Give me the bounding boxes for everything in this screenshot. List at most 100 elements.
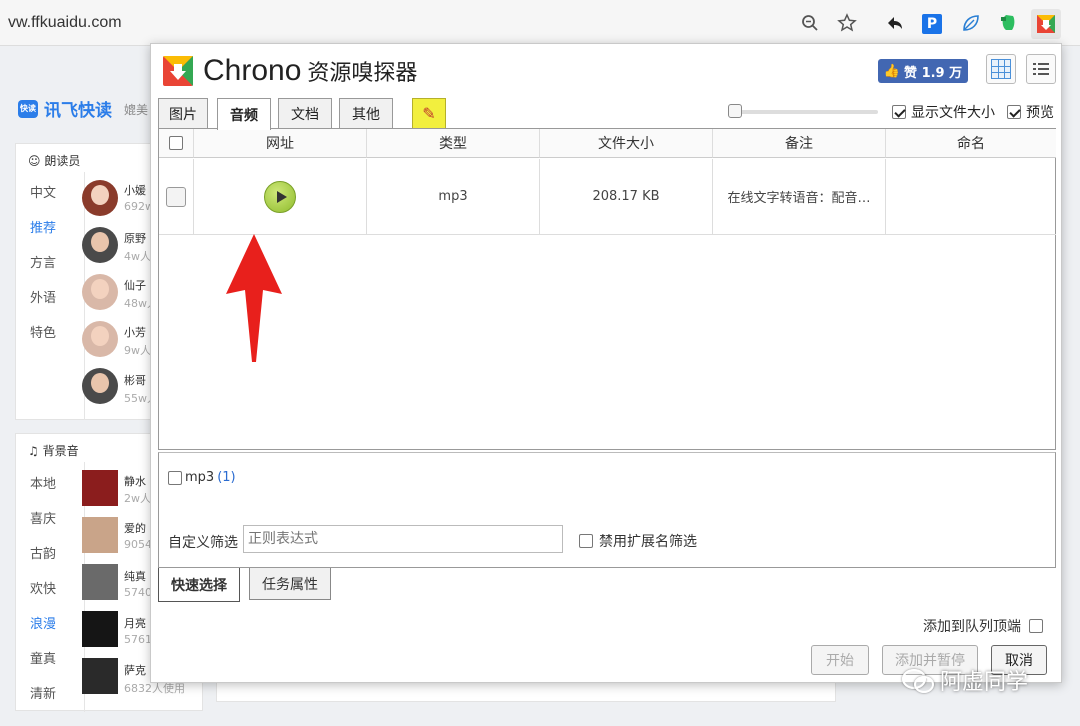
reader-usage: 9w人 [124,344,151,357]
column-header-note[interactable]: 备注 [713,129,886,158]
watermark: 阿虚同学 [902,664,1028,696]
music-thumbnail[interactable] [82,517,118,553]
grid-icon [991,59,1011,79]
row-note: 在线文字转语音：配音… [713,159,886,235]
reader-avatar[interactable] [82,368,118,404]
music-usage: 5740 [124,586,152,599]
reader-name: 原野 [124,232,146,245]
tab-other[interactable]: 其他 [339,98,393,129]
music-note-icon: ♫ [28,444,39,458]
reader-category-active[interactable]: 推荐 [30,217,56,236]
row-type: mp3 [367,159,540,235]
p-ext-icon[interactable]: P [922,14,942,34]
zoom-slider[interactable] [728,104,878,118]
chrono-popup: Chrono 资源嗅探器 👍 赞 1.9 万 图片 音频 文档 其他 ✎ 显示文件… [150,43,1062,683]
reader-category[interactable]: 特色 [30,322,56,341]
play-icon[interactable] [264,180,296,213]
resource-table: 网址 类型 文件大小 备注 命名 mp3 208.17 KB 在线文字转语音：配… [158,128,1056,450]
music-category[interactable]: 本地 [30,473,56,492]
undo-ext-icon[interactable] [884,12,906,34]
music-usage: 5761 [124,633,152,646]
brand-name: 讯飞快读 [44,101,112,121]
row-size: 208.17 KB [540,159,713,235]
tab-task-properties[interactable]: 任务属性 [249,568,331,600]
select-all-checkbox[interactable] [169,136,183,150]
music-name: 静水 [124,475,146,488]
address-bar-url[interactable]: vw.ffkuaidu.com [8,14,122,32]
star-icon[interactable] [836,12,858,34]
disable-ext-filter-option[interactable]: 禁用扩展名筛选 [579,531,697,551]
row-url-cell [194,159,367,235]
music-category[interactable]: 童真 [30,648,56,667]
grid-view-button[interactable] [986,54,1016,84]
tab-quick-select[interactable]: 快速选择 [158,568,240,602]
music-category[interactable]: 清新 [30,683,56,702]
music-thumbnail[interactable] [82,658,118,694]
filter-panel: mp3 (1) 自定义筛选 禁用扩展名筛选 [158,452,1056,568]
music-name: 纯真 [124,570,146,583]
tab-documents[interactable]: 文档 [278,98,332,129]
disable-ext-filter-checkbox[interactable] [579,534,593,548]
queue-top-checkbox[interactable] [1029,619,1043,633]
red-arrow-annotation [226,234,282,362]
preview-option[interactable]: 预览 [1007,102,1054,122]
reader-name: 彬哥 [124,374,146,387]
reader-avatar[interactable] [82,180,118,216]
reader-category[interactable]: 方言 [30,252,56,271]
reader-avatar[interactable] [82,227,118,263]
chrono-title: Chrono 资源嗅探器 [203,54,418,87]
readers-title: ☺ 朗读员 [28,154,81,168]
leaf-ext-icon[interactable] [960,12,982,34]
custom-filter-label: 自定义筛选 [168,535,238,551]
row-select-cell [159,159,194,235]
row-name[interactable] [886,159,1056,235]
column-header-size[interactable]: 文件大小 [540,129,713,158]
music-title: ♫ 背景音 [28,444,79,458]
tab-audio[interactable]: 音频 [217,98,271,130]
screen: vw.ffkuaidu.com P 快读 讯飞快读 媲美 ☺ 朗读员 中文 推荐… [0,0,1080,726]
music-usage: 9054 [124,538,152,551]
column-header-name[interactable]: 命名 [886,129,1056,158]
queue-top-option[interactable]: 添加到队列顶端 [923,616,1043,636]
music-thumbnail[interactable] [82,564,118,600]
show-size-option[interactable]: 显示文件大小 [892,102,995,122]
row-checkbox[interactable] [166,186,186,207]
music-category-active[interactable]: 浪漫 [30,613,56,632]
like-button[interactable]: 👍 赞 1.9 万 [878,59,968,83]
show-size-checkbox[interactable] [892,105,906,119]
brand-subtitle: 媲美 [124,103,149,117]
music-category[interactable]: 古韵 [30,543,56,562]
pencil-icon[interactable]: ✎ [412,98,446,128]
browser-toolbar: vw.ffkuaidu.com P [0,0,1080,46]
ext-filter-mp3[interactable]: mp3 (1) [168,470,236,485]
music-thumbnail[interactable] [82,611,118,647]
brand[interactable]: 快读 讯飞快读 [18,96,112,121]
reader-avatar[interactable] [82,274,118,310]
zoom-icon[interactable] [799,12,821,34]
tab-images[interactable]: 图片 [158,98,208,129]
reader-category[interactable]: 外语 [30,287,56,306]
ext-filter-checkbox[interactable] [168,470,182,485]
preview-checkbox[interactable] [1007,105,1021,119]
evernote-icon[interactable] [997,12,1019,34]
regex-input[interactable] [243,525,563,553]
list-view-button[interactable] [1026,54,1056,84]
music-name: 萨克 [124,664,146,677]
reader-avatar[interactable] [82,321,118,357]
reader-usage: 4w人 [124,250,151,263]
music-name: 爱的 [124,522,146,535]
slider-handle[interactable] [728,104,742,118]
chrono-logo-icon [163,56,193,86]
music-category[interactable]: 喜庆 [30,508,56,527]
start-button[interactable]: 开始 [811,645,869,675]
column-header-url[interactable]: 网址 [194,129,367,158]
music-thumbnail[interactable] [82,470,118,506]
music-category[interactable]: 欢快 [30,578,56,597]
person-icon: ☺ [28,154,41,168]
reader-category[interactable]: 中文 [30,182,56,201]
music-name: 月亮 [124,617,146,630]
reader-name: 小芳 [124,326,146,339]
select-all-header [159,129,194,158]
chrono-ext-icon[interactable] [1031,9,1061,39]
column-header-type[interactable]: 类型 [367,129,540,158]
